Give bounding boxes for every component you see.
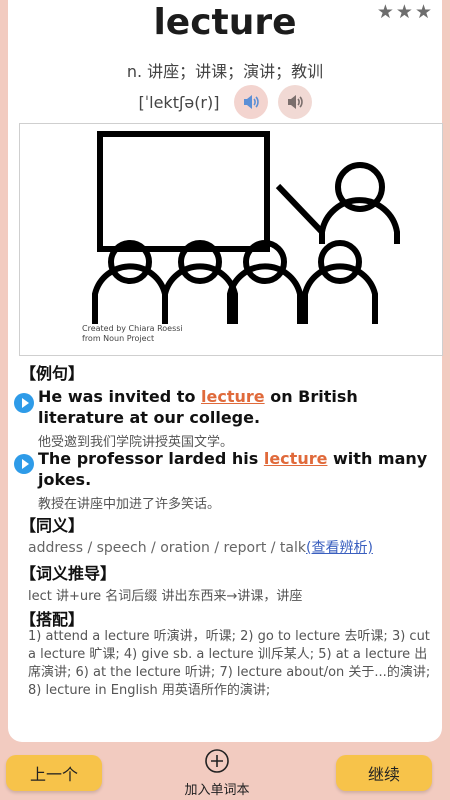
speaker-icon: [243, 95, 259, 109]
collocations-text: 1) attend a lecture 听演讲，听课; 2) go to lec…: [28, 629, 431, 698]
etymology-heading: 【词义推导】: [20, 564, 117, 583]
lecture-illustration: [92, 131, 400, 324]
example-keyword[interactable]: lecture: [201, 387, 265, 406]
image-credit: Created by Chiara Roessi from Noun Proje…: [82, 324, 183, 343]
synonyms-heading: 【同义】: [20, 516, 85, 535]
synonyms-list: address / speech / oration / report / ta…: [28, 540, 373, 556]
add-to-wordbook-label: 加入单词本: [184, 783, 250, 798]
example-2-zh: 教授在讲座中加进了许多笑话。: [38, 497, 221, 512]
example-keyword[interactable]: lecture: [264, 449, 328, 468]
word-definition: n. 讲座；讲课；演讲；教训: [126, 62, 324, 81]
examples-heading: 【例句】: [20, 364, 85, 383]
play-example-1-button[interactable]: [14, 393, 34, 413]
word-title: lecture: [153, 2, 297, 43]
example-1-en: He was invited to lecture on British lit…: [38, 387, 358, 427]
plus-circle-icon: [205, 749, 229, 773]
play-example-2-button[interactable]: [14, 454, 34, 474]
word-card: ★ ★ ★ lecture n. 讲座；讲课；演讲；教训 [ˈlektʃə(r)…: [8, 0, 443, 742]
example-2-en: The professor larded his lecture with ma…: [38, 449, 428, 489]
pronunciation-row: [ˈlektʃə(r)]: [8, 85, 442, 119]
view-comparison-link[interactable]: (查看辨析): [306, 540, 373, 556]
pronounce-us-button[interactable]: [277, 85, 312, 119]
continue-button[interactable]: 继续: [336, 755, 432, 791]
etymology-text: lect 讲+ure 名词后缀 讲出东西来→讲课，讲座: [28, 589, 303, 604]
phonetic: [ˈlektʃə(r)]: [138, 92, 220, 112]
speaker-icon: [287, 95, 303, 109]
example-2: The professor larded his lecture with ma…: [38, 448, 438, 512]
collocations-heading: 【搭配】: [20, 610, 85, 629]
example-1: He was invited to lecture on British lit…: [38, 386, 438, 450]
previous-button[interactable]: 上一个: [6, 755, 102, 791]
add-to-wordbook-button[interactable]: 加入单词本: [172, 748, 262, 798]
pronounce-uk-button[interactable]: [233, 85, 268, 119]
word-illustration: Created by Chiara Roessi from Noun Proje…: [19, 123, 443, 356]
